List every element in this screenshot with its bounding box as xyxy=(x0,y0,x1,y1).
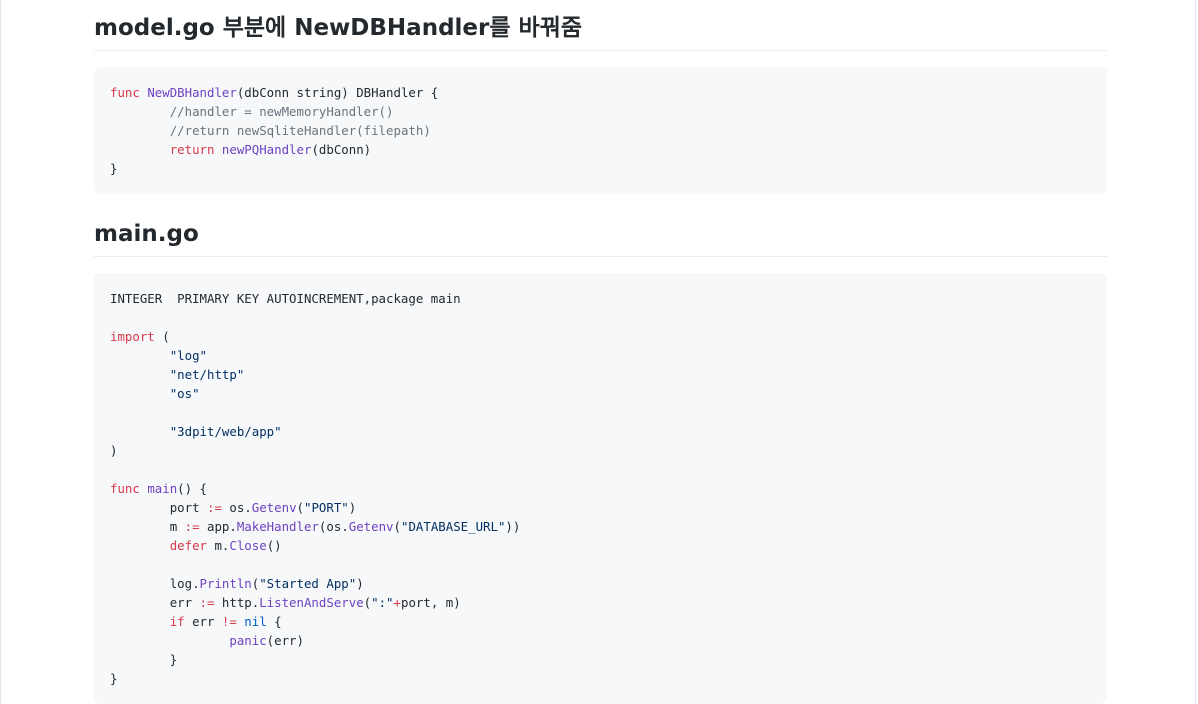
code-line: //return newSqliteHandler(filepath) xyxy=(169,123,431,138)
code-line: "net/http" xyxy=(169,367,245,382)
code-line: m := app.MakeHandler(os.Getenv("DATABASE… xyxy=(169,519,521,534)
page: model.go 부분에 NewDBHandler를 바꿔줌 func NewD… xyxy=(0,0,1196,704)
code-line: ) xyxy=(110,443,118,458)
code-line: port := os.Getenv("PORT") xyxy=(169,500,357,515)
code-line: panic(err) xyxy=(229,633,304,648)
code-line: //handler = newMemoryHandler() xyxy=(169,104,394,119)
code-line: func main() { xyxy=(110,481,207,496)
code-line: return newPQHandler(dbConn) xyxy=(169,142,372,157)
code-line: } xyxy=(110,161,118,176)
section-heading-main-go: main.go xyxy=(94,218,1107,257)
code-line: log.Println("Started App") xyxy=(169,576,364,591)
markdown-body: model.go 부분에 NewDBHandler를 바꿔줌 func NewD… xyxy=(94,0,1107,704)
code-line: } xyxy=(169,652,178,667)
code-line: "os" xyxy=(169,386,200,401)
code-line: func NewDBHandler(dbConn string) DBHandl… xyxy=(110,85,439,100)
code-line: err := http.ListenAndServe(":"+port, m) xyxy=(169,595,461,610)
code-line: "log" xyxy=(169,348,207,363)
code-block-model-go[interactable]: func NewDBHandler(dbConn string) DBHandl… xyxy=(94,67,1107,194)
code-line: if err != nil { xyxy=(169,614,282,629)
code-line: import ( xyxy=(110,329,170,344)
section-heading-model-go: model.go 부분에 NewDBHandler를 바꿔줌 xyxy=(94,12,1107,51)
code-line: defer m.Close() xyxy=(169,538,282,553)
code-line: } xyxy=(110,671,118,686)
code-block-main-go[interactable]: INTEGER PRIMARY KEY AUTOINCREMENT,packag… xyxy=(94,273,1107,704)
code-line: INTEGER PRIMARY KEY AUTOINCREMENT,packag… xyxy=(110,291,461,306)
code-line: "3dpit/web/app" xyxy=(169,424,282,439)
